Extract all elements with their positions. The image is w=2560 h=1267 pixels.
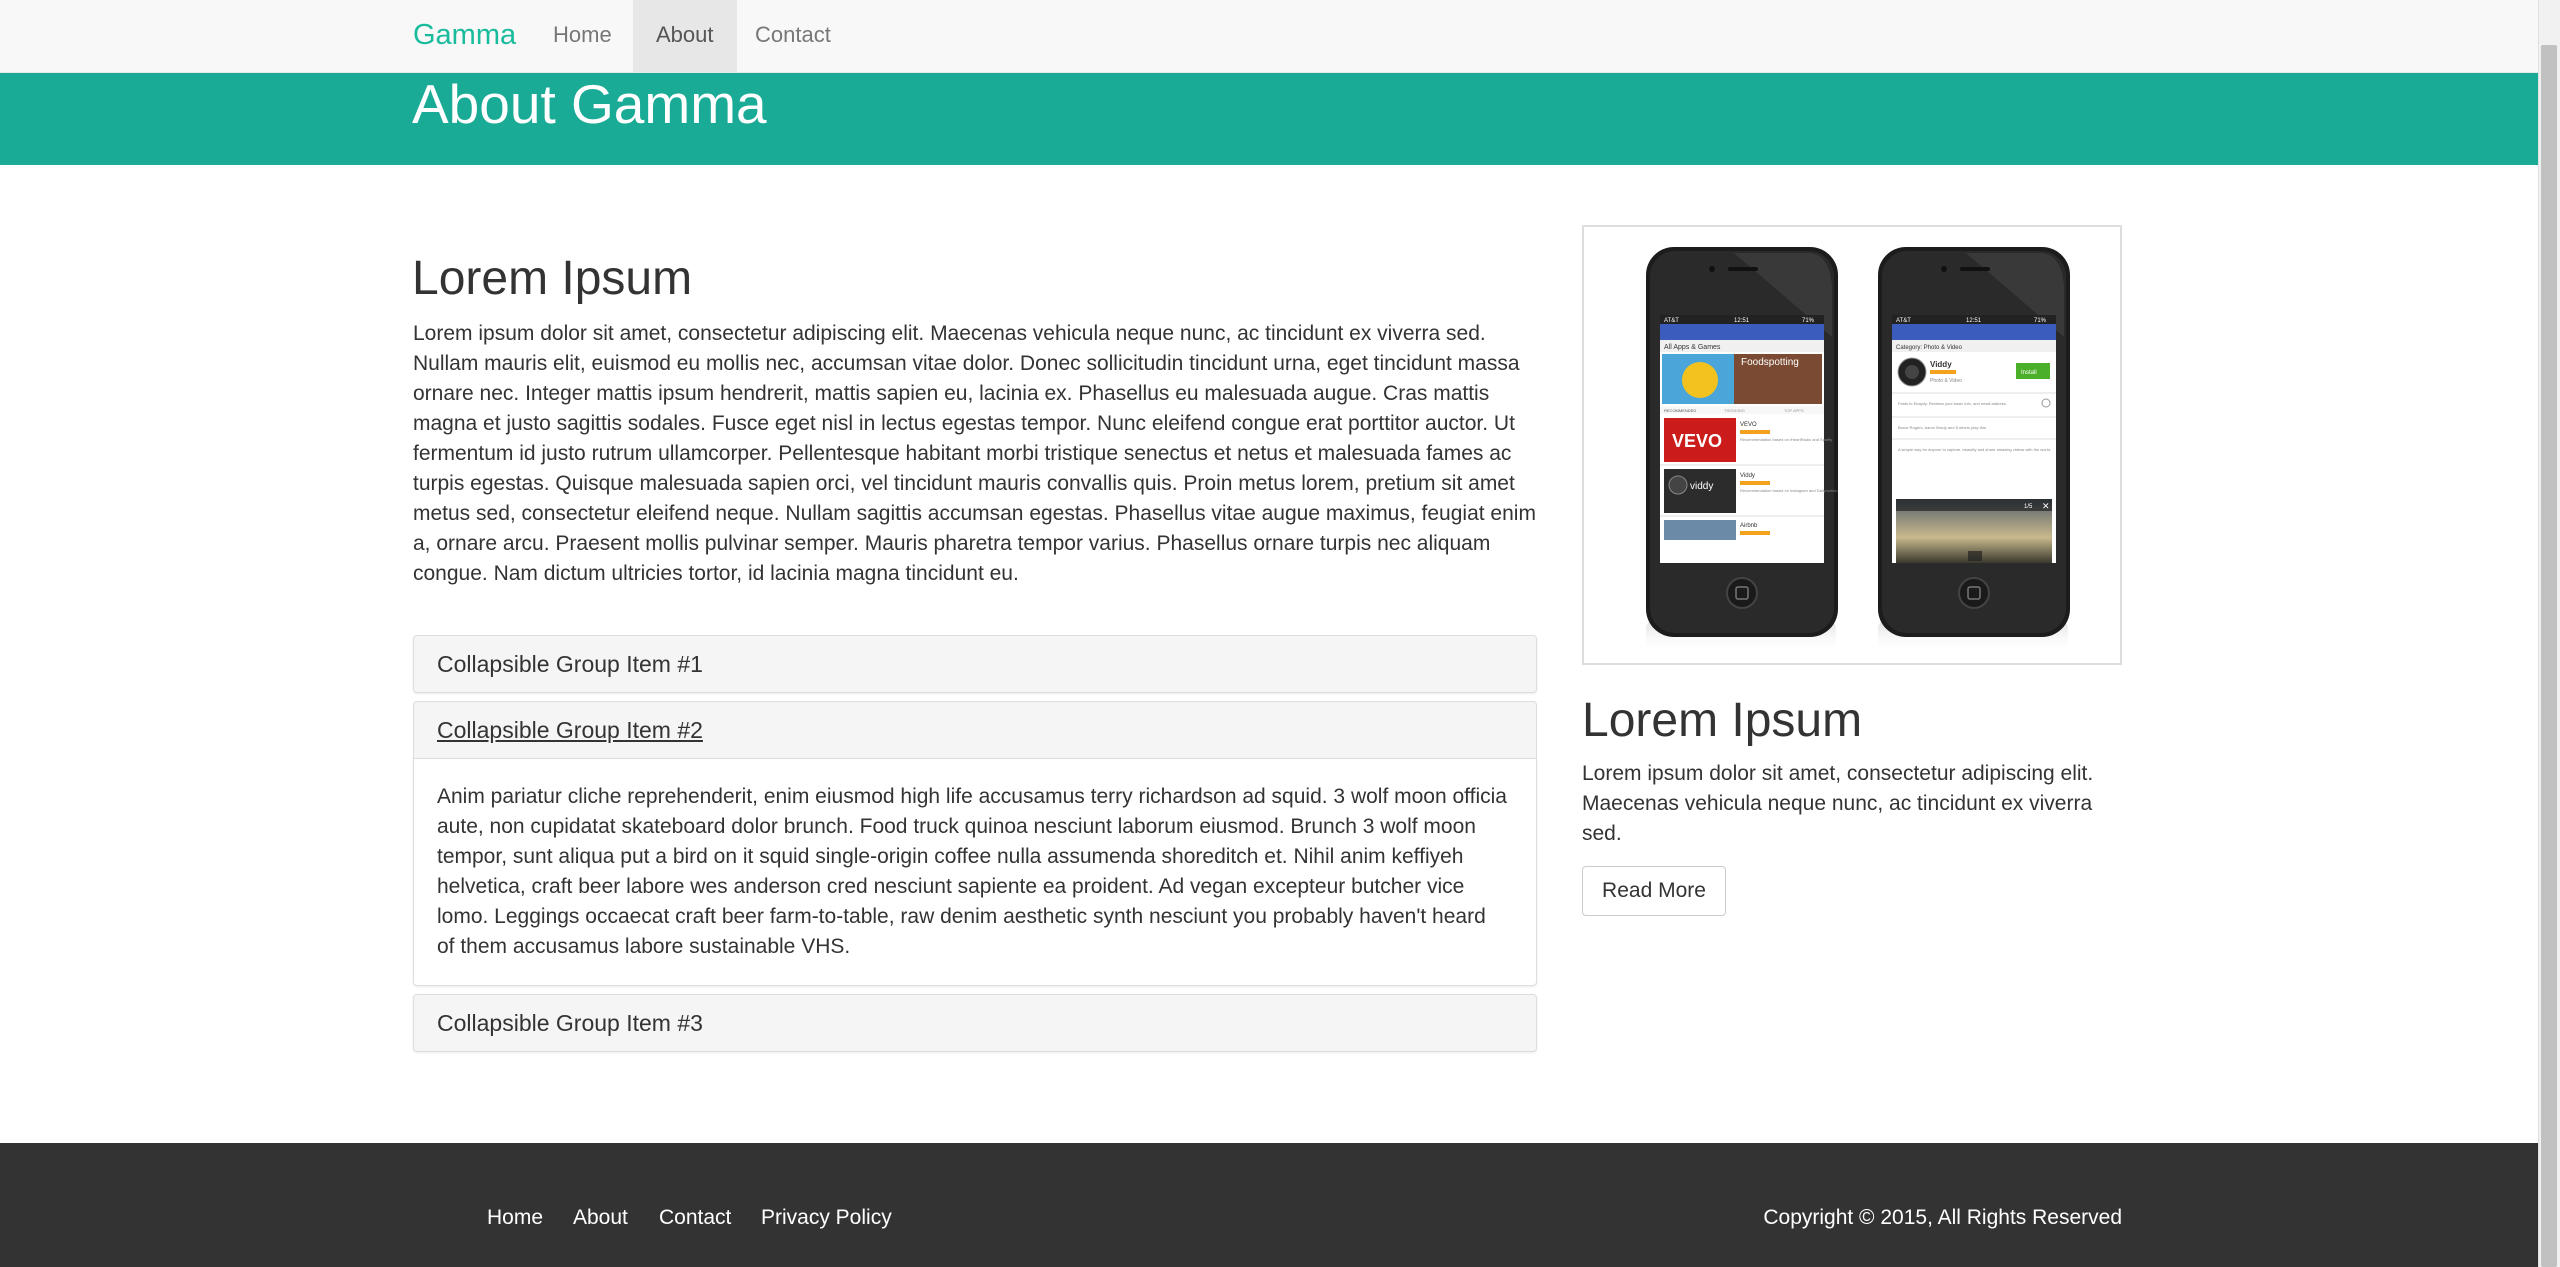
phone1-battery: 71% — [1802, 318, 1815, 324]
brand-link[interactable]: Gamma — [413, 0, 516, 73]
nav-item-home[interactable]: Home — [530, 0, 635, 73]
phone1-vevo-logo: VEVO — [1672, 431, 1722, 451]
accordion-item-3[interactable]: Collapsible Group Item #3 — [413, 994, 1537, 1052]
phone2-video-close: ✕ — [2042, 501, 2050, 511]
phone1-viddy-logo: viddy — [1690, 481, 1713, 492]
phone-right: AT&T 12:51 71% Category: Photo & Video V… — [1878, 247, 2070, 653]
phone1-carrier: AT&T — [1664, 318, 1679, 324]
phone1-app-1-name: VEVO — [1740, 422, 1757, 428]
phone2-category: Category: Photo & Video — [1896, 345, 1963, 351]
footer-link-privacy-policy[interactable]: Privacy Policy — [761, 1206, 892, 1230]
nav-item-contact[interactable]: Contact — [732, 0, 854, 73]
phone1-app-2-text: Recommendation based on Instagram and Da… — [1740, 488, 1838, 493]
accordion-title[interactable]: Collapsible Group Item #2 — [437, 702, 703, 758]
phone-left: AT&T 12:51 71% All Apps & Games Foodspot… — [1646, 247, 1838, 653]
phone2-battery: 71% — [2034, 318, 2047, 324]
footer-link-home[interactable]: Home — [487, 1206, 543, 1230]
phone2-video-counter: 1/5 — [2024, 504, 2033, 510]
read-more-button[interactable]: Read More — [1582, 866, 1726, 916]
accordion-item-1[interactable]: Collapsible Group Item #1 — [413, 635, 1537, 693]
accordion-body-text: Anim pariatur cliche reprehenderit, enim… — [437, 785, 1507, 958]
accordion-item-2[interactable]: Collapsible Group Item #2 — [413, 701, 1537, 759]
phone1-app-1-text: Recommendation based on iHeartRadio and … — [1740, 437, 1832, 442]
hero-banner — [0, 73, 2538, 165]
phone1-app-3-name: Airbnb — [1740, 523, 1758, 529]
sidebar-heading: Lorem Ipsum — [1582, 694, 1863, 747]
accordion-title[interactable]: Collapsible Group Item #3 — [437, 995, 703, 1051]
accordion-body: Anim pariatur cliche reprehenderit, enim… — [413, 758, 1537, 986]
phone1-category: All Apps & Games — [1664, 344, 1721, 351]
phone2-app-name: Viddy — [1930, 360, 1952, 369]
phone1-tab-1: RECOMMENDED — [1664, 408, 1696, 413]
page-title: About Gamma — [412, 73, 767, 135]
footer-link-contact[interactable]: Contact — [659, 1206, 731, 1230]
sidebar-paragraph: Lorem ipsum dolor sit amet, consectetur … — [1582, 762, 2094, 845]
phone1-tab-3: TOP APPS — [1784, 408, 1804, 413]
copyright-text: Copyright © 2015, All Rights Reserved — [1763, 1206, 2122, 1229]
phone2-install-button: Install — [2021, 370, 2037, 376]
phone2-note-2: Bruce Rogers, Aaron Brady and 8 others p… — [1898, 425, 1986, 430]
footer — [0, 1143, 2538, 1267]
nav-item-about[interactable]: About — [633, 0, 737, 73]
phone2-time: 12:51 — [1966, 318, 1982, 324]
phone2-note-3: A simple way for anyone to capture, beau… — [1898, 447, 2051, 452]
main-heading: Lorem Ipsum — [412, 252, 693, 305]
phone1-banner: Foodspotting — [1741, 357, 1799, 368]
phone2-carrier: AT&T — [1896, 318, 1911, 324]
navbar — [0, 0, 2538, 73]
app-screenshot-thumbnail: AT&T 12:51 71% All Apps & Games Foodspot… — [1582, 225, 2122, 665]
phones-illustration: AT&T 12:51 71% All Apps & Games Foodspot… — [1646, 247, 2070, 653]
scrollbar-thumb[interactable] — [2541, 45, 2557, 1267]
phone1-tab-2: TRENDING — [1724, 408, 1745, 413]
phone2-note-1: Posts to Ebaydy. Reviews your basic info… — [1898, 401, 2007, 406]
phone1-time: 12:51 — [1734, 318, 1750, 324]
phone2-app-sub: Photo & Video — [1930, 378, 1962, 384]
accordion-title[interactable]: Collapsible Group Item #1 — [437, 636, 703, 692]
phone1-app-2-name: Viddy — [1740, 473, 1755, 479]
main-paragraph: Lorem ipsum dolor sit amet, consectetur … — [413, 322, 1536, 585]
footer-link-about[interactable]: About — [573, 1206, 628, 1230]
